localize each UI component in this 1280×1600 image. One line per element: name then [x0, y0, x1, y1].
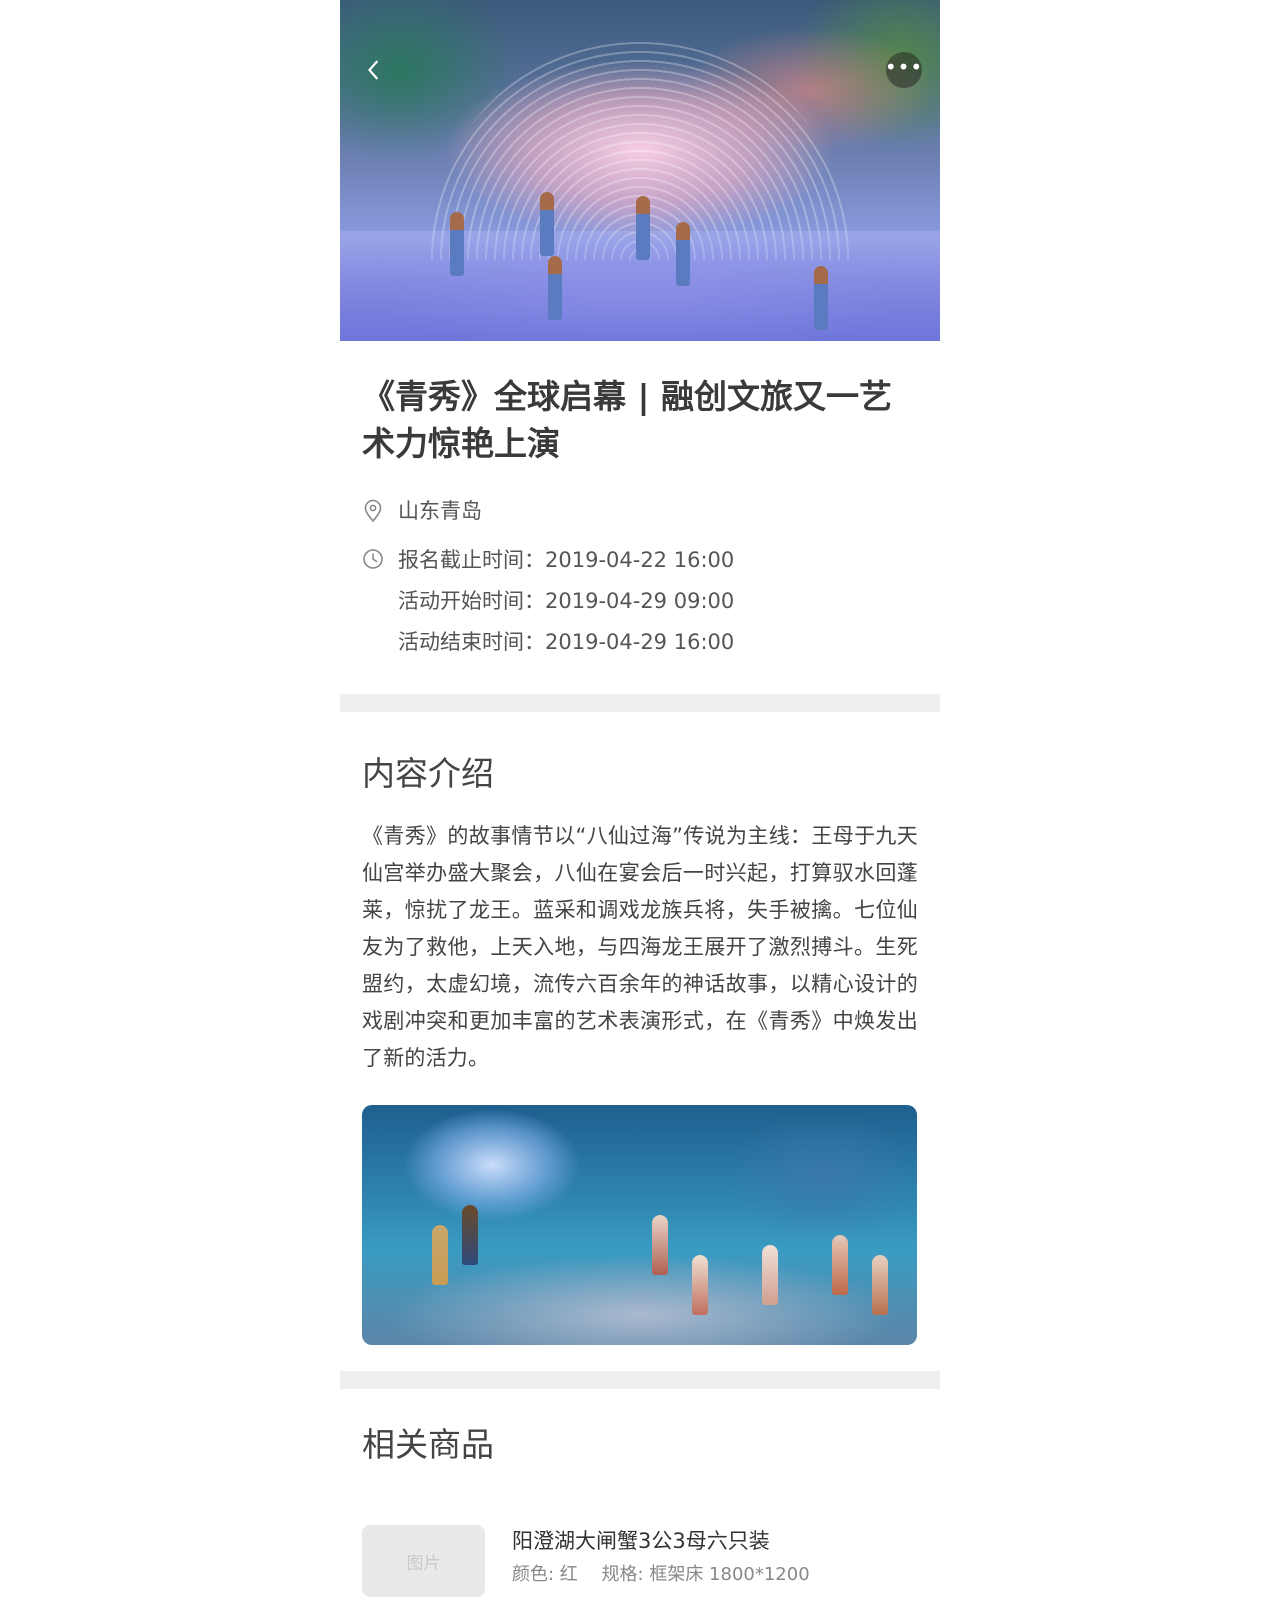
intro-text: 《青秀》的故事情节以“八仙过海”传说为主线：王母于九天仙宫举办盛大聚会，八仙在宴… [362, 824, 918, 1070]
photo-performer [692, 1255, 708, 1315]
product-size: 规格: 框架床 1800*1200 [601, 1564, 810, 1585]
section-divider [340, 1371, 940, 1389]
hero-performer [540, 192, 554, 256]
product-spec: 颜色: 红 规格: 框架床 1800*1200 [512, 1563, 810, 1587]
photo-performer [462, 1205, 478, 1265]
start-time: 活动开始时间：2019-04-29 09:00 [398, 589, 735, 613]
hero-performer [636, 196, 650, 260]
product-thumbnail: 图片 [362, 1525, 485, 1597]
clock-icon [362, 547, 384, 571]
more-dots-icon: ••• [884, 55, 924, 79]
product-item[interactable]: 图片 阳澄湖大闸蟹3公3母六只装 颜色: 红 规格: 框架床 1800*1200 [362, 1525, 918, 1597]
photo-performer [652, 1215, 668, 1275]
intro-heading: 内容介绍 [362, 754, 494, 793]
end-time: 活动结束时间：2019-04-29 16:00 [398, 630, 735, 654]
photo-performer [762, 1245, 778, 1305]
intro-photo [362, 1105, 917, 1345]
section-divider [340, 694, 940, 712]
location-row: 山东青岛 [362, 497, 918, 525]
product-color: 颜色: 红 [512, 1564, 578, 1585]
hero-performer [676, 222, 690, 286]
products-heading: 相关商品 [362, 1425, 494, 1464]
event-title: 《青秀》全球启幕 | 融创文旅又一艺术力惊艳上演 [362, 377, 893, 463]
location-pin-icon [362, 499, 384, 523]
photo-performer [872, 1255, 888, 1315]
hero-performer [450, 212, 464, 276]
product-name: 阳澄湖大闸蟹3公3母六只装 [512, 1529, 770, 1553]
back-button[interactable] [356, 52, 392, 88]
hero-performer [548, 256, 562, 320]
time-row: 报名截止时间：2019-04-22 16:00 活动开始时间：2019-04-2… [362, 545, 918, 668]
hero-performer [814, 266, 828, 330]
chevron-left-icon [368, 60, 378, 80]
photo-performer [432, 1225, 448, 1285]
signup-deadline: 报名截止时间：2019-04-22 16:00 [398, 548, 735, 572]
hero-image: ••• [340, 0, 940, 341]
more-button[interactable]: ••• [884, 52, 924, 88]
event-detail-page: ••• 《青秀》全球启幕 | 融创文旅又一艺术力惊艳上演 山东青岛 报名截止时间… [340, 0, 940, 1600]
photo-performer [832, 1235, 848, 1295]
location-text: 山东青岛 [398, 499, 482, 523]
